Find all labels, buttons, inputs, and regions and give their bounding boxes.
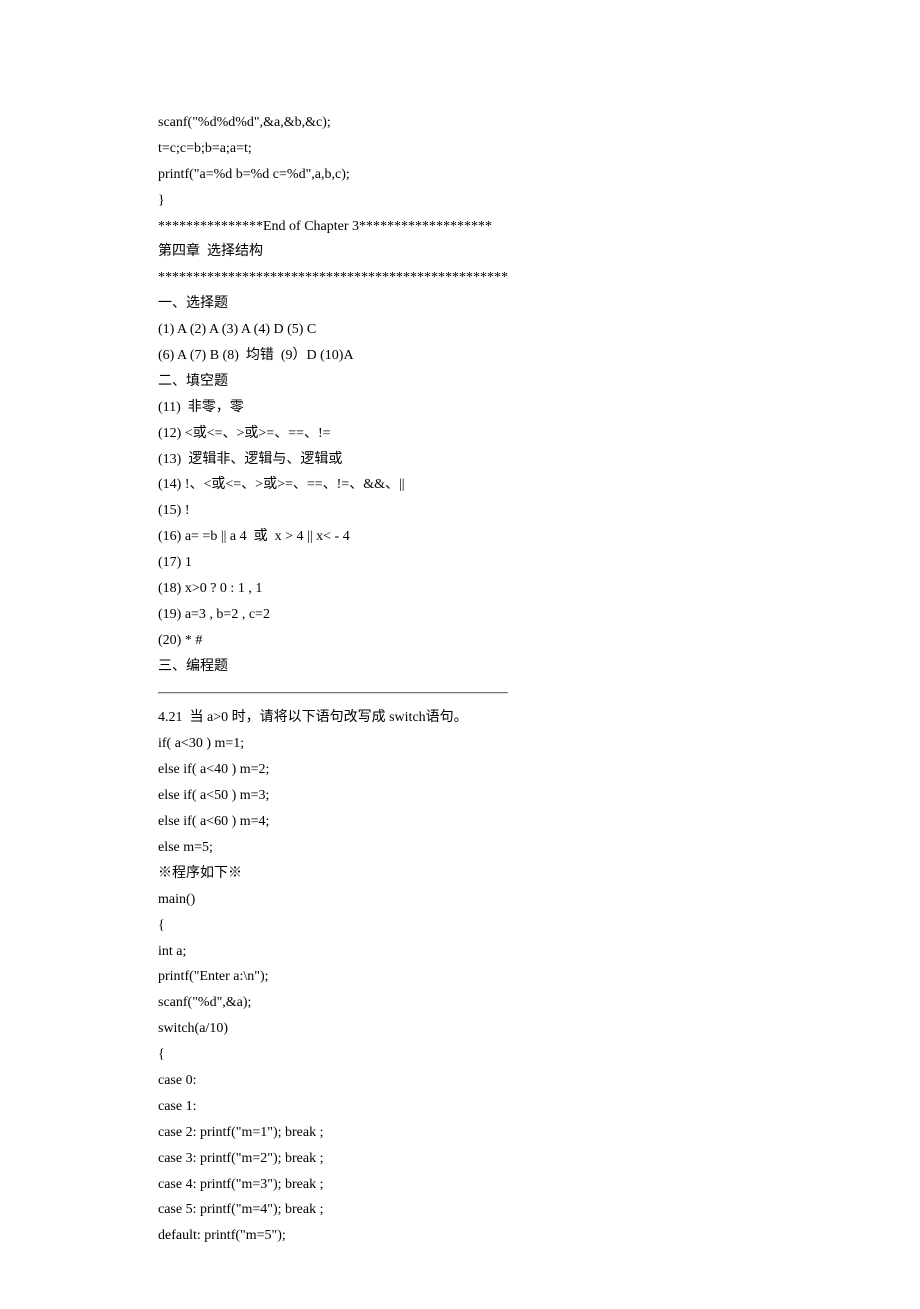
- code-line: case 4: printf("m=3"); break ;: [158, 1172, 762, 1198]
- code-line: {: [158, 913, 762, 939]
- section-heading: 三、编程题: [158, 654, 762, 680]
- code-line: case 5: printf("m=4"); break ;: [158, 1197, 762, 1223]
- code-line: scanf("%d%d%d",&a,&b,&c);: [158, 110, 762, 136]
- code-line: main(): [158, 887, 762, 913]
- code-line: t=c;c=b;b=a;a=t;: [158, 136, 762, 162]
- code-line: printf("Enter a:\n");: [158, 964, 762, 990]
- code-line: case 0:: [158, 1068, 762, 1094]
- answer-line: (13) 逻辑非、逻辑与、逻辑或: [158, 447, 762, 473]
- answer-line: (1) A (2) A (3) A (4) D (5) C: [158, 317, 762, 343]
- answer-line: (17) 1: [158, 550, 762, 576]
- text-line: ※程序如下※: [158, 861, 762, 887]
- section-heading: 二、填空题: [158, 369, 762, 395]
- divider-line: —————————————————————————: [158, 680, 762, 706]
- code-line: case 3: printf("m=2"); break ;: [158, 1146, 762, 1172]
- document-page: scanf("%d%d%d",&a,&b,&c); t=c;c=b;b=a;a=…: [0, 0, 920, 1309]
- answer-line: (16) a= =b || a 4 或 x > 4 || x< - 4: [158, 524, 762, 550]
- code-line: else if( a<40 ) m=2;: [158, 757, 762, 783]
- code-line: }: [158, 188, 762, 214]
- code-line: else m=5;: [158, 835, 762, 861]
- code-line: {: [158, 1042, 762, 1068]
- answer-line: (12) <或<=、>或>=、==、!=: [158, 421, 762, 447]
- divider-line: ***************End of Chapter 3*********…: [158, 214, 762, 240]
- answer-line: (11) 非零，零: [158, 395, 762, 421]
- chapter-heading: 第四章 选择结构: [158, 239, 762, 265]
- answer-line: (6) A (7) B (8) 均错 (9）D (10)A: [158, 343, 762, 369]
- code-line: case 2: printf("m=1"); break ;: [158, 1120, 762, 1146]
- code-line: switch(a/10): [158, 1016, 762, 1042]
- code-line: printf("a=%d b=%d c=%d",a,b,c);: [158, 162, 762, 188]
- divider-line: ****************************************…: [158, 265, 762, 291]
- code-line: else if( a<50 ) m=3;: [158, 783, 762, 809]
- code-line: if( a<30 ) m=1;: [158, 731, 762, 757]
- code-line: case 1:: [158, 1094, 762, 1120]
- answer-line: (14) !、<或<=、>或>=、==、!=、&&、||: [158, 472, 762, 498]
- answer-line: (15) !: [158, 498, 762, 524]
- section-heading: 一、选择题: [158, 291, 762, 317]
- answer-line: (18) x>0 ? 0 : 1 , 1: [158, 576, 762, 602]
- answer-line: (19) a=3 , b=2 , c=2: [158, 602, 762, 628]
- code-line: default: printf("m=5");: [158, 1223, 762, 1249]
- code-line: else if( a<60 ) m=4;: [158, 809, 762, 835]
- problem-line: 4.21 当 a>0 时，请将以下语句改写成 switch语句。: [158, 705, 762, 731]
- code-line: scanf("%d",&a);: [158, 990, 762, 1016]
- code-line: int a;: [158, 939, 762, 965]
- answer-line: (20) * #: [158, 628, 762, 654]
